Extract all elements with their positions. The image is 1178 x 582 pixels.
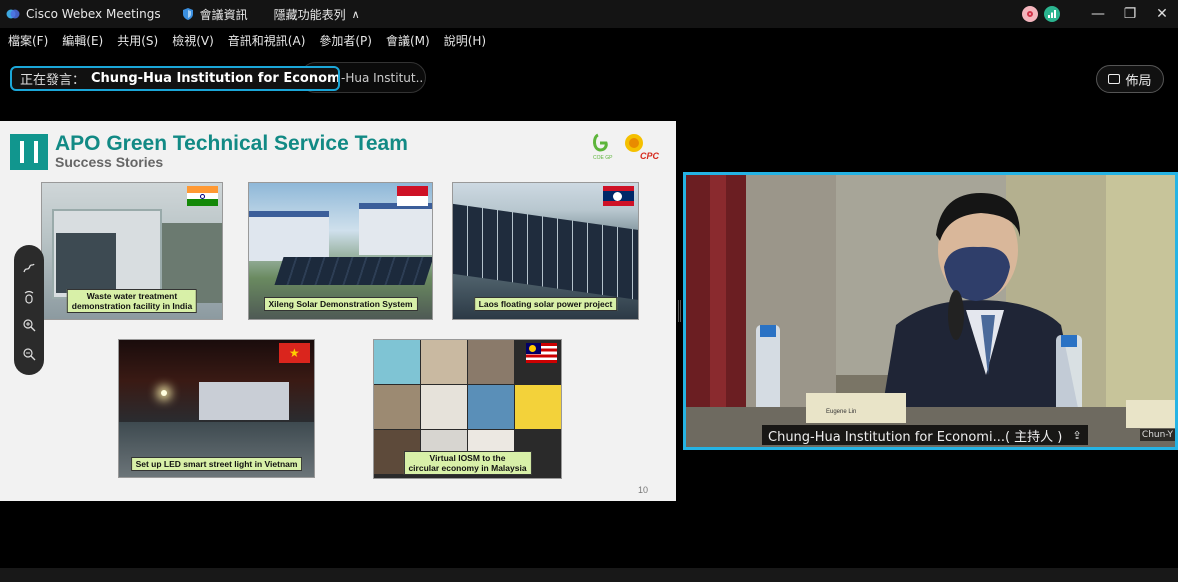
second-participant-label: Chun-Y xyxy=(1139,429,1175,441)
recording-icon[interactable] xyxy=(1022,6,1038,22)
layout-button[interactable]: 佈局 xyxy=(1096,65,1164,93)
panel-resize-handle[interactable] xyxy=(678,300,681,322)
menu-participants[interactable]: 參加者(P) xyxy=(319,32,372,49)
share-icon[interactable]: ⇪ xyxy=(1072,429,1081,442)
india-flag-icon xyxy=(187,186,218,206)
chevron-up-icon: ∧ xyxy=(351,7,360,21)
shield-icon xyxy=(182,8,193,20)
layout-label: 佈局 xyxy=(1125,73,1152,89)
minimize-button[interactable]: — xyxy=(1082,6,1114,22)
meeting-info-button[interactable]: 會議資訊 xyxy=(181,6,248,23)
indonesia-flag-icon xyxy=(397,186,428,206)
apo-logo-icon xyxy=(10,134,48,170)
remote-control-icon[interactable] xyxy=(22,289,36,304)
app-title: Cisco Webex Meetings xyxy=(26,7,161,21)
partner-logos-icon: COE GP CPC xyxy=(593,133,660,161)
zoom-in-icon[interactable] xyxy=(22,317,36,332)
menu-meeting[interactable]: 會議(M) xyxy=(386,32,430,49)
malaysia-photo: Virtual IOSM to the circular economy in … xyxy=(373,339,562,479)
webex-logo-icon xyxy=(6,9,20,19)
annotation-toolbar xyxy=(14,245,44,375)
vietnam-caption: Set up LED smart street light in Vietnam xyxy=(130,457,303,471)
slide-subtitle: Success Stories xyxy=(55,154,164,170)
menu-audio-video[interactable]: 音訊和視訊(A) xyxy=(228,32,306,49)
meeting-info-label: 會議資訊 xyxy=(199,7,248,22)
menu-edit[interactable]: 編輯(E) xyxy=(62,32,103,49)
laos-caption: Laos floating solar power project xyxy=(473,297,618,311)
active-speaker-label: 正在發言： xyxy=(20,73,86,88)
malaysia-caption: Virtual IOSM to the circular economy in … xyxy=(403,451,532,475)
annotate-pen-icon[interactable] xyxy=(22,260,36,274)
cpc-logo-text: CPC xyxy=(640,151,660,161)
active-speaker-indicator[interactable]: 正在發言： Chung-Hua Institution for Economic… xyxy=(10,66,340,91)
title-bar-controls: — ❐ ✕ xyxy=(1022,0,1178,28)
shared-slide: APO Green Technical Service Team Success… xyxy=(0,121,676,501)
coe-gp-logo-text: COE GP xyxy=(593,155,613,161)
slide-page-number: 10 xyxy=(637,485,648,495)
laos-flag-icon xyxy=(603,186,634,206)
network-health-icon[interactable] xyxy=(1044,6,1060,22)
app-title-group: Cisco Webex Meetings xyxy=(6,7,161,21)
vietnam-flag-icon: ★ xyxy=(279,343,310,363)
zoom-out-icon[interactable] xyxy=(22,346,36,361)
menu-view[interactable]: 檢視(V) xyxy=(172,32,214,49)
meeting-controls-bar xyxy=(0,568,1178,582)
video-panel[interactable]: Eugene Lin Chung-Hua Institution for Eco… xyxy=(683,172,1178,450)
participant-name-text: Chung-Hua Institution for Economi...( 主持… xyxy=(768,429,1063,445)
speaker-video-feed: Eugene Lin xyxy=(686,175,1175,447)
layout-icon xyxy=(1108,74,1121,84)
maximize-button[interactable]: ❐ xyxy=(1114,6,1146,22)
title-bar: Cisco Webex Meetings 會議資訊 隱藏功能表列 ∧ — ❐ ✕ xyxy=(0,0,1178,28)
menu-help[interactable]: 說明(H) xyxy=(444,32,486,49)
indonesia-photo: Xileng Solar Demonstration System xyxy=(248,182,433,320)
menu-share[interactable]: 共用(S) xyxy=(117,32,158,49)
secondary-speaker-name: -Hua Institut... xyxy=(341,70,426,85)
india-caption: Waste water treatment demonstration faci… xyxy=(66,289,198,313)
active-speaker-name: Chung-Hua Institution for Economic Re... xyxy=(91,71,340,86)
menu-bar: 檔案(F) 編輯(E) 共用(S) 檢視(V) 音訊和視訊(A) 參加者(P) … xyxy=(0,28,1178,52)
participant-name-label: Chung-Hua Institution for Economi...( 主持… xyxy=(762,425,1088,445)
name-placard-text: Eugene Lin xyxy=(826,409,856,415)
laos-photo: Laos floating solar power project xyxy=(452,182,639,320)
indonesia-caption: Xileng Solar Demonstration System xyxy=(263,297,418,311)
india-photo: Waste water treatment demonstration faci… xyxy=(41,182,223,320)
vietnam-photo: ★ Set up LED smart street light in Vietn… xyxy=(118,339,315,478)
hide-menu-button[interactable]: 隱藏功能表列 ∧ xyxy=(274,6,360,23)
close-button[interactable]: ✕ xyxy=(1146,6,1178,22)
menu-file[interactable]: 檔案(F) xyxy=(8,32,48,49)
malaysia-flag-icon xyxy=(526,343,557,363)
slide-title: APO Green Technical Service Team xyxy=(55,132,408,155)
hide-menu-label: 隱藏功能表列 xyxy=(273,7,346,22)
